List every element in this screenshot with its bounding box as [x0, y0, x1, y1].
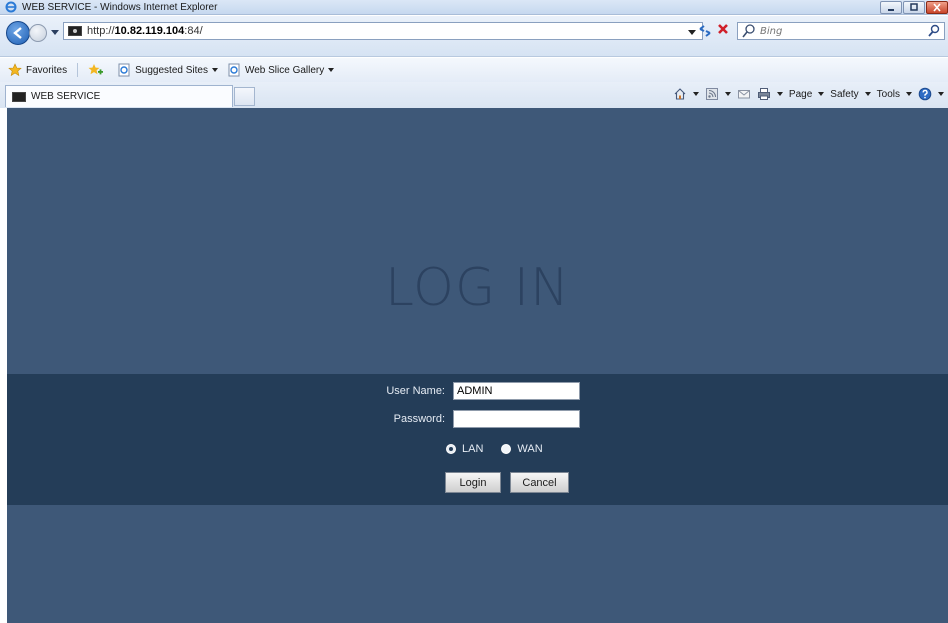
username-row: User Name:	[353, 382, 580, 400]
favorites-star-icon	[8, 63, 22, 77]
chevron-down-icon	[328, 68, 335, 72]
chevron-down-icon	[692, 92, 699, 96]
url-field[interactable]: http://10.82.119.104:84/	[63, 22, 703, 40]
tab-label: WEB SERVICE	[31, 91, 101, 102]
username-label: User Name:	[386, 385, 445, 397]
mail-icon	[737, 90, 750, 99]
login-button[interactable]: Login	[445, 472, 501, 493]
add-favorite-button[interactable]	[88, 63, 108, 77]
search-input[interactable]	[757, 25, 927, 37]
password-input[interactable]	[453, 410, 580, 428]
wan-label: WAN	[517, 443, 543, 455]
login-panel: User Name: Password: LAN WAN Login Cance…	[7, 374, 948, 505]
page-title: LOG IN	[384, 258, 571, 318]
back-button[interactable]	[6, 21, 30, 45]
chevron-down-icon	[211, 68, 218, 72]
compatibility-view-button[interactable]	[697, 23, 713, 39]
minimize-button[interactable]	[880, 1, 902, 14]
feeds-button[interactable]	[705, 87, 731, 101]
search-box[interactable]	[737, 22, 945, 40]
help-menu[interactable]	[918, 87, 944, 101]
maximize-icon	[910, 3, 918, 11]
stop-button[interactable]	[715, 22, 731, 40]
read-mail-button[interactable]	[737, 87, 751, 101]
refresh-icon	[699, 25, 711, 37]
tools-menu[interactable]: Tools	[877, 89, 912, 100]
window-titlebar: WEB SERVICE - Windows Internet Explorer	[0, 0, 948, 15]
home-icon	[674, 88, 686, 100]
forward-button[interactable]	[29, 24, 47, 42]
favorites-separator	[77, 63, 79, 77]
home-button[interactable]	[673, 87, 699, 101]
safety-menu[interactable]: Safety	[830, 88, 871, 100]
username-input[interactable]	[453, 382, 580, 400]
web-slice-gallery-link[interactable]: Web Slice Gallery	[228, 63, 335, 77]
web-slice-gallery-label: Web Slice Gallery	[244, 64, 325, 76]
close-icon	[933, 3, 941, 12]
password-row: Password:	[353, 410, 580, 428]
add-to-favorites-icon	[88, 64, 104, 75]
lan-label: LAN	[462, 443, 484, 455]
chevron-down-icon	[724, 92, 731, 96]
page-menu-label: Page	[788, 88, 813, 100]
url-text[interactable]: http://10.82.119.104:84/	[87, 25, 203, 37]
site-favicon-icon	[68, 26, 82, 36]
chevron-down-icon	[776, 92, 783, 96]
chevron-down-icon	[938, 92, 944, 96]
help-icon	[918, 87, 932, 101]
suggested-sites-link[interactable]: Suggested Sites	[118, 63, 218, 77]
internet-explorer-icon	[5, 1, 17, 13]
favorites-bar: Favorites Suggested Sites Web Slice Gall…	[0, 58, 948, 82]
command-bar: Page Safety Tools	[673, 87, 944, 101]
chevron-down-icon	[864, 92, 871, 96]
lan-radio[interactable]: LAN	[446, 443, 483, 455]
stop-icon	[718, 24, 728, 34]
ie-page-icon	[228, 63, 240, 77]
address-toolbar: http://10.82.119.104:84/	[0, 16, 948, 57]
favorites-label: Favorites	[26, 64, 68, 76]
tab-web-service[interactable]: WEB SERVICE	[5, 85, 233, 107]
rss-feed-icon	[705, 88, 718, 100]
close-button[interactable]	[926, 1, 948, 14]
tab-bar: WEB SERVICE Page Safety Tools	[0, 82, 948, 108]
form-actions: Login Cancel	[445, 472, 578, 493]
print-button[interactable]	[757, 87, 783, 101]
chevron-down-icon	[906, 92, 912, 96]
page-menu[interactable]: Page	[788, 88, 825, 100]
minimize-icon	[888, 8, 894, 11]
recent-pages-dropdown-icon[interactable]	[51, 30, 59, 35]
url-dropdown-icon[interactable]	[688, 30, 696, 35]
radio-unselected-icon	[501, 444, 512, 454]
radio-selected-icon	[446, 444, 456, 454]
site-favicon-icon	[12, 91, 26, 102]
search-provider-icon	[742, 24, 755, 38]
ie-page-icon	[118, 63, 130, 77]
wan-radio[interactable]: WAN	[501, 443, 543, 455]
network-mode-group: LAN WAN	[446, 443, 561, 455]
back-arrow-icon	[13, 27, 22, 39]
password-label: Password:	[393, 413, 445, 425]
favorites-button[interactable]: Favorites	[8, 63, 67, 77]
tools-menu-label: Tools	[876, 88, 900, 100]
search-icon[interactable]	[927, 24, 941, 38]
maximize-button[interactable]	[903, 1, 925, 14]
chevron-down-icon	[818, 92, 825, 96]
cancel-button[interactable]: Cancel	[510, 472, 569, 493]
window-title: WEB SERVICE - Windows Internet Explorer	[22, 2, 218, 13]
printer-icon	[757, 88, 770, 100]
suggested-sites-label: Suggested Sites	[135, 64, 208, 76]
new-tab-button[interactable]	[234, 87, 255, 106]
page-content: LOG IN User Name: Password: LAN WAN Logi…	[7, 108, 948, 623]
safety-menu-label: Safety	[830, 88, 859, 100]
